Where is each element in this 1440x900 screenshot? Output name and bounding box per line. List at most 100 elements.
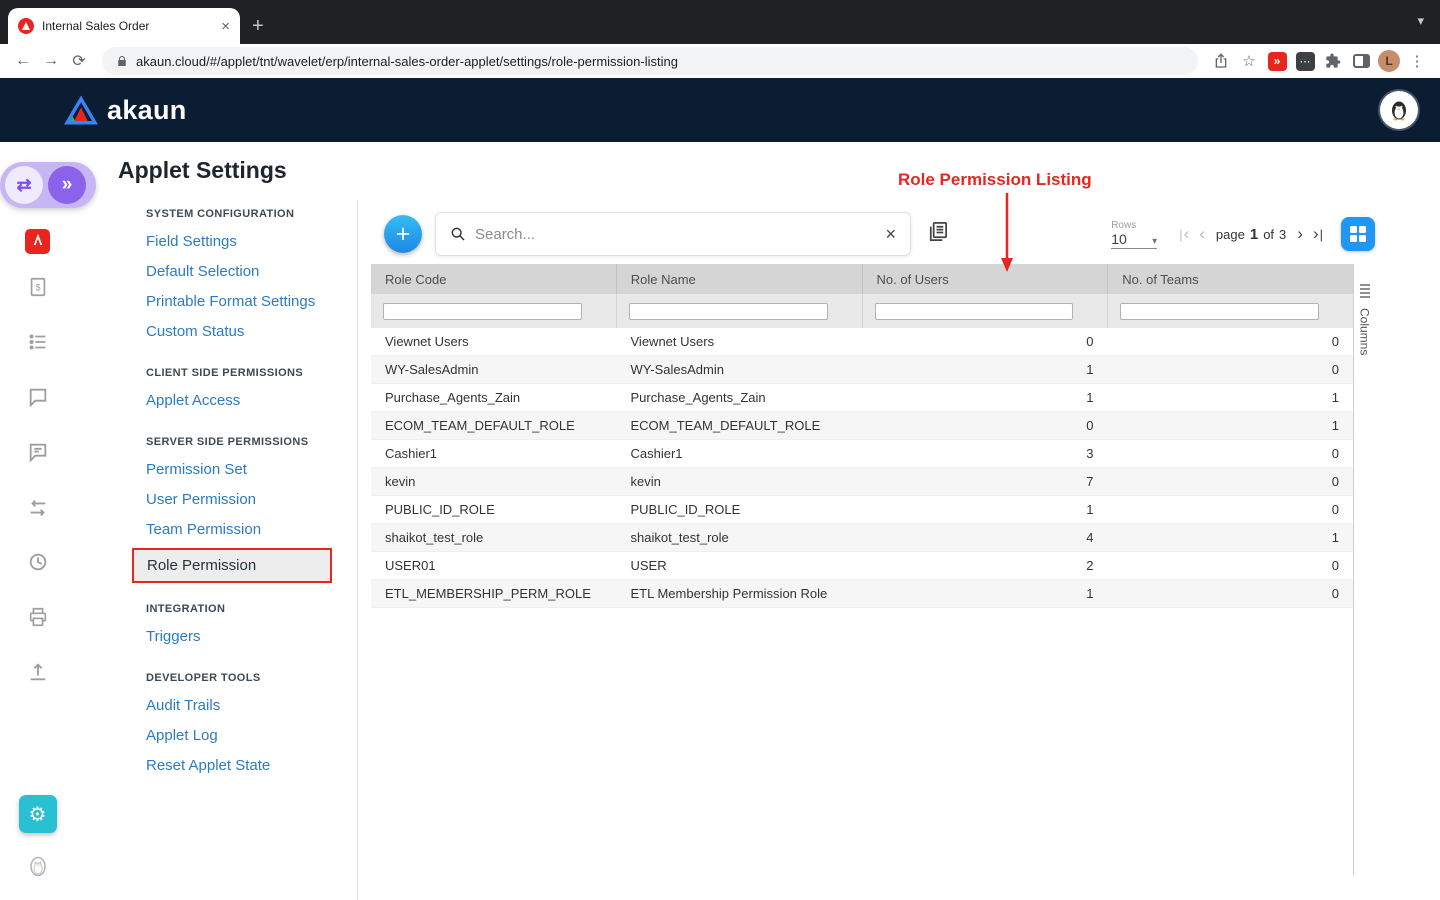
search-icon [450, 226, 466, 242]
sidebar-item-custom-status[interactable]: Custom Status [146, 317, 357, 347]
settings-gear-button[interactable]: ⚙ [19, 795, 57, 833]
assistant-penguin-button[interactable] [26, 854, 50, 883]
sidebar-item-printable-format-settings[interactable]: Printable Format Settings [146, 287, 357, 317]
grid-view-button[interactable] [1341, 217, 1375, 251]
filter-teams-input[interactable] [1120, 303, 1319, 320]
url-bar[interactable]: akaun.cloud/#/applet/tnt/wavelet/erp/int… [102, 47, 1198, 75]
add-role-button[interactable]: + [384, 215, 422, 253]
sidebar-item-applet-access[interactable]: Applet Access [146, 386, 357, 416]
next-page-button[interactable]: › [1292, 224, 1308, 244]
share-button[interactable] [1208, 53, 1234, 69]
table-row[interactable]: WY-SalesAdmin WY-SalesAdmin 1 0 [371, 356, 1353, 384]
prev-page-button[interactable]: ‹ [1194, 224, 1210, 244]
cell-role-name: ECOM_TEAM_DEFAULT_ROLE [617, 418, 863, 433]
table-row[interactable]: ETL_MEMBERSHIP_PERM_ROLE ETL Membership … [371, 580, 1353, 608]
sidebar-item-user-permission[interactable]: User Permission [146, 485, 357, 515]
sidebar-item-team-permission[interactable]: Team Permission [146, 515, 357, 545]
billing-document-button[interactable]: $ [25, 274, 51, 300]
clear-search-icon[interactable]: × [885, 224, 896, 245]
column-header-role-code[interactable]: Role Code [371, 264, 617, 294]
table-row[interactable]: PUBLIC_ID_ROLE PUBLIC_ID_ROLE 1 0 [371, 496, 1353, 524]
user-avatar[interactable] [1380, 91, 1418, 129]
new-tab-button[interactable]: + [252, 16, 264, 36]
extensions-button[interactable] [1320, 53, 1346, 69]
nav-section-integration: INTEGRATION Triggers [146, 603, 357, 652]
forward-button[interactable]: → [38, 52, 64, 70]
upload-button[interactable] [25, 659, 51, 685]
browser-profile-avatar[interactable]: L [1376, 50, 1402, 72]
cell-users: 1 [862, 362, 1108, 377]
pdf-export-button[interactable] [25, 228, 51, 254]
back-button[interactable]: ← [10, 52, 36, 70]
cell-role-name: WY-SalesAdmin [617, 362, 863, 377]
first-page-button[interactable]: |‹ [1173, 224, 1194, 244]
cell-teams: 1 [1108, 390, 1354, 405]
browser-menu-button[interactable]: ⋮ [1404, 52, 1430, 70]
table-row[interactable]: Purchase_Agents_Zain Purchase_Agents_Zai… [371, 384, 1353, 412]
cell-role-code: Cashier1 [371, 446, 617, 461]
compare-arrows-button[interactable] [25, 495, 51, 521]
history-button[interactable] [25, 549, 51, 575]
rows-per-page-select[interactable]: Rows 10 ▾ [1111, 220, 1157, 249]
table-row[interactable]: USER01 USER 2 0 [371, 552, 1353, 580]
extension-red-button[interactable]: » [1264, 52, 1290, 71]
side-panel-button[interactable] [1348, 54, 1374, 68]
column-header-role-name[interactable]: Role Name [617, 264, 863, 294]
tab-search-caret-icon[interactable]: ▾ [1417, 13, 1424, 29]
settings-nav: SYSTEM CONFIGURATION Field Settings Defa… [75, 200, 357, 900]
filter-cell [617, 294, 863, 328]
history-clock-icon [27, 551, 49, 573]
sidebar-item-permission-set[interactable]: Permission Set [146, 455, 357, 485]
copy-list-button[interactable] [926, 220, 949, 248]
last-page-button[interactable]: ›| [1308, 224, 1329, 244]
sidebar-item-triggers[interactable]: Triggers [146, 622, 357, 652]
table-row[interactable]: kevin kevin 7 0 [371, 468, 1353, 496]
sidebar-item-audit-trails[interactable]: Audit Trails [146, 691, 357, 721]
chat-lines-button[interactable] [25, 439, 51, 465]
profile-initial: L [1378, 50, 1400, 72]
annotation-role-permission-listing: Role Permission Listing [898, 170, 1092, 190]
sidebar-item-reset-applet-state[interactable]: Reset Applet State [146, 751, 357, 781]
column-header-no-of-teams[interactable]: No. of Teams [1108, 264, 1353, 294]
nav-section-label: SERVER SIDE PERMISSIONS [146, 436, 357, 448]
tab-close-icon[interactable]: × [221, 19, 230, 34]
search-box: × [435, 212, 911, 256]
cell-role-code: Purchase_Agents_Zain [371, 390, 617, 405]
chat-button[interactable] [25, 384, 51, 410]
app-body: $ [0, 142, 1440, 900]
browser-tab[interactable]: Internal Sales Order × [8, 8, 240, 44]
cell-role-code: ECOM_TEAM_DEFAULT_ROLE [371, 418, 617, 433]
table-row[interactable]: Cashier1 Cashier1 3 0 [371, 440, 1353, 468]
filter-role-code-input[interactable] [383, 303, 582, 320]
brand-logo[interactable]: akaun [64, 95, 187, 126]
cell-users: 1 [862, 502, 1108, 517]
list-button[interactable] [25, 329, 51, 355]
side-panel-icon [1353, 54, 1370, 68]
sidebar-item-default-selection[interactable]: Default Selection [146, 257, 357, 287]
search-input[interactable] [475, 226, 876, 243]
compare-arrows-icon [27, 497, 49, 519]
gear-icon: ⚙ [29, 802, 47, 827]
reload-button[interactable]: ⟳ [66, 51, 92, 71]
printer-button[interactable] [25, 604, 51, 630]
sidebar-item-applet-log[interactable]: Applet Log [146, 721, 357, 751]
bookmark-star-button[interactable]: ☆ [1236, 52, 1262, 70]
column-header-no-of-users[interactable]: No. of Users [863, 264, 1109, 294]
transfer-action-button[interactable]: ⇄ [5, 166, 43, 204]
filter-role-name-input[interactable] [629, 303, 828, 320]
cell-role-name: USER [617, 558, 863, 573]
cell-teams: 0 [1108, 334, 1354, 349]
filter-users-input[interactable] [875, 303, 1074, 320]
cell-teams: 0 [1108, 474, 1354, 489]
sidebar-item-field-settings[interactable]: Field Settings [146, 227, 357, 257]
sidebar-item-role-permission[interactable]: Role Permission [132, 548, 332, 583]
nav-section-system-configuration: SYSTEM CONFIGURATION Field Settings Defa… [146, 208, 357, 347]
extension-dark-button[interactable]: ⋯ [1292, 52, 1318, 71]
expand-rail-button[interactable]: » [48, 166, 86, 204]
table-row[interactable]: ECOM_TEAM_DEFAULT_ROLE ECOM_TEAM_DEFAULT… [371, 412, 1353, 440]
filter-row [371, 294, 1353, 328]
compare-arrows-icon: ⇄ [16, 175, 31, 196]
table-row[interactable]: Viewnet Users Viewnet Users 0 0 [371, 328, 1353, 356]
table-row[interactable]: shaikot_test_role shaikot_test_role 4 1 [371, 524, 1353, 552]
columns-panel-toggle[interactable]: Columns [1353, 264, 1375, 876]
